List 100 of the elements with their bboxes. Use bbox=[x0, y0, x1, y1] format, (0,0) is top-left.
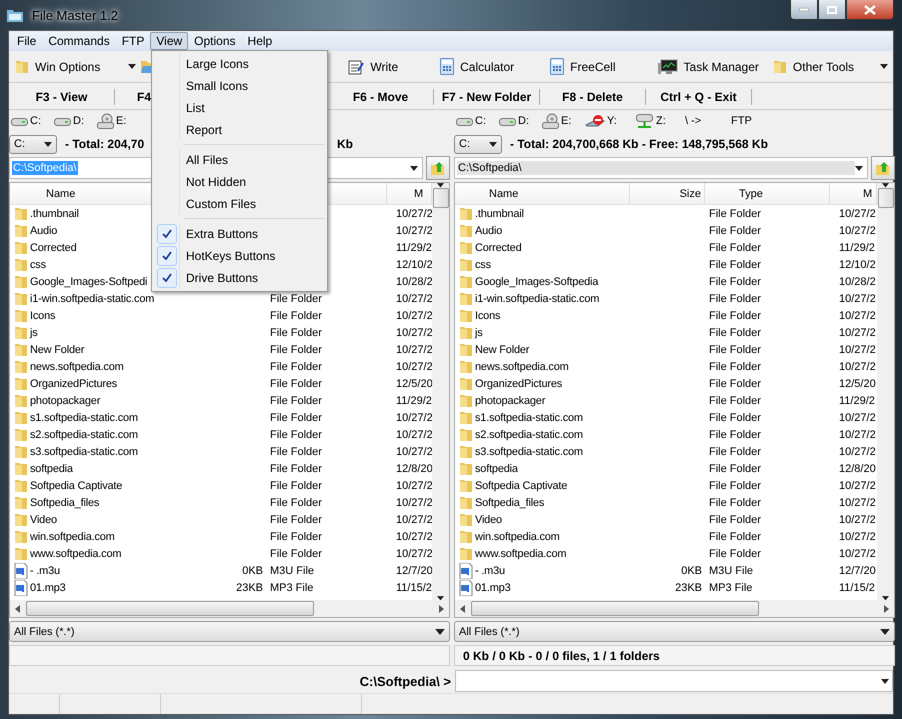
file-name: Corrected bbox=[30, 242, 76, 254]
file-name: i1-win.softpedia-static.com bbox=[475, 292, 600, 304]
file-date: 12/10/2 bbox=[839, 258, 876, 270]
file-type: File Folder bbox=[270, 326, 322, 338]
file-name: Google_Images-Softpedi bbox=[30, 276, 148, 288]
file-date: 12/7/20 bbox=[396, 564, 433, 576]
file-type: File Folder bbox=[270, 530, 322, 542]
file-date: 11/29/2 bbox=[396, 394, 432, 406]
file-name: photopackager bbox=[475, 394, 546, 406]
file-name: 01.mp3 bbox=[475, 582, 510, 594]
file-date: 12/8/20 bbox=[396, 462, 433, 474]
file-name: 01.mp3 bbox=[30, 582, 66, 594]
file-date: 11/15/2 bbox=[839, 582, 875, 594]
file-date: 10/28/2 bbox=[396, 276, 433, 288]
file-name: .thumbnail bbox=[475, 208, 524, 220]
file-type: File Folder bbox=[270, 360, 322, 372]
file-name: news.softpedia.com bbox=[475, 360, 569, 372]
disk-space-text: Kb bbox=[337, 137, 353, 151]
file-name: .thumbnail bbox=[30, 208, 79, 220]
file-size: 0KB bbox=[681, 564, 702, 576]
file-type: M3U File bbox=[709, 564, 754, 576]
file-date: 10/27/2 bbox=[839, 496, 876, 508]
file-name: OrganizedPictures bbox=[475, 378, 562, 390]
file-date: 10/27/2 bbox=[396, 292, 433, 304]
file-name: Icons bbox=[475, 310, 500, 322]
file-type: File Folder bbox=[709, 446, 761, 458]
file-name: s1.softpedia-static.com bbox=[475, 412, 583, 424]
disk-space-text: - Total: 204,700,668 Kb - Free: 148,795,568 Kb bbox=[510, 137, 768, 151]
file-name: www.softpedia.com bbox=[475, 548, 566, 560]
file-name: Softpedia_files bbox=[30, 496, 100, 508]
file-type: File Folder bbox=[709, 276, 761, 288]
file-name: New Folder bbox=[30, 344, 84, 356]
file-type: File Folder bbox=[709, 292, 761, 304]
file-type: File Folder bbox=[270, 428, 322, 440]
file-date: 10/28/2 bbox=[839, 276, 876, 288]
file-name: Audio bbox=[30, 224, 58, 236]
file-type: M3U File bbox=[270, 564, 314, 576]
file-name: Softpedia Captivate bbox=[475, 480, 568, 492]
file-type: File Folder bbox=[270, 394, 322, 406]
file-date: 10/27/2 bbox=[839, 344, 876, 356]
file-type: File Folder bbox=[270, 412, 322, 424]
file-date: 10/27/2 bbox=[396, 208, 433, 220]
file-date: 10/27/2 bbox=[396, 360, 433, 372]
file-date: 10/27/2 bbox=[839, 480, 876, 492]
file-date: 10/27/2 bbox=[839, 208, 876, 220]
status-text: 0 Kb / 0 Kb - 0 / 0 files, 1 / 1 folders bbox=[454, 645, 895, 666]
file-type: File Folder bbox=[709, 514, 761, 526]
file-type: MP3 File bbox=[709, 582, 752, 594]
file-type: File Folder bbox=[709, 378, 761, 390]
file-date: 11/29/2 bbox=[839, 242, 875, 254]
file-name: i1-win.softpedia-static.com bbox=[30, 292, 154, 304]
file-date: 10/27/2 bbox=[396, 446, 433, 458]
file-type: File Folder bbox=[709, 344, 761, 356]
file-name: Icons bbox=[30, 310, 56, 322]
file-name: js bbox=[30, 326, 38, 338]
file-type: File Folder bbox=[270, 548, 322, 560]
file-type: File Folder bbox=[709, 428, 761, 440]
file-date: 10/27/2 bbox=[396, 224, 433, 236]
file-type: File Folder bbox=[709, 242, 761, 254]
file-date: 12/5/20 bbox=[396, 378, 433, 390]
file-type: File Folder bbox=[270, 292, 322, 304]
file-date: 10/27/2 bbox=[839, 530, 876, 542]
file-name: s2.softpedia-static.com bbox=[475, 428, 583, 440]
disk-space-text: - Total: 204,70 bbox=[65, 137, 144, 151]
file-date: 12/7/20 bbox=[839, 564, 876, 576]
file-date: 10/27/2 bbox=[839, 292, 876, 304]
file-date: 10/27/2 bbox=[396, 428, 433, 440]
file-date: 10/27/2 bbox=[839, 412, 876, 424]
file-type: File Folder bbox=[709, 208, 761, 220]
file-type: File Folder bbox=[270, 378, 322, 390]
file-size: 0KB bbox=[242, 564, 263, 576]
file-type: MP3 File bbox=[270, 582, 314, 594]
file-name: win.softpedia.com bbox=[30, 530, 115, 542]
file-date: 11/29/2 bbox=[839, 394, 875, 406]
file-date: 10/27/2 bbox=[839, 548, 876, 560]
file-date: 10/27/2 bbox=[396, 310, 433, 322]
file-name: - .m3u bbox=[475, 564, 505, 576]
file-date: 11/15/2 bbox=[396, 582, 432, 594]
file-date: 10/27/2 bbox=[396, 530, 433, 542]
file-date: 10/27/2 bbox=[839, 310, 876, 322]
file-size: 23KB bbox=[236, 582, 263, 594]
file-type: File Folder bbox=[709, 548, 761, 560]
file-size: 23KB bbox=[675, 582, 702, 594]
file-name: Video bbox=[30, 514, 57, 526]
file-name: Softpedia_files bbox=[475, 496, 544, 508]
file-date: 10/27/2 bbox=[396, 496, 433, 508]
file-type: File Folder bbox=[270, 446, 322, 458]
command-prompt: C:\Softpedia\ > bbox=[358, 674, 452, 688]
file-type: File Folder bbox=[709, 412, 761, 424]
file-name: Video bbox=[475, 514, 502, 526]
file-type: File Folder bbox=[709, 310, 761, 322]
file-type: File Folder bbox=[709, 224, 761, 236]
file-type: File Folder bbox=[709, 394, 761, 406]
file-date: 10/27/2 bbox=[396, 480, 433, 492]
file-name: win.softpedia.com bbox=[475, 530, 560, 542]
file-type: File Folder bbox=[270, 496, 322, 508]
file-name: New Folder bbox=[475, 344, 530, 356]
file-name: Softpedia Captivate bbox=[30, 480, 122, 492]
file-date: 10/27/2 bbox=[396, 326, 433, 338]
file-name: softpedia bbox=[30, 462, 73, 474]
